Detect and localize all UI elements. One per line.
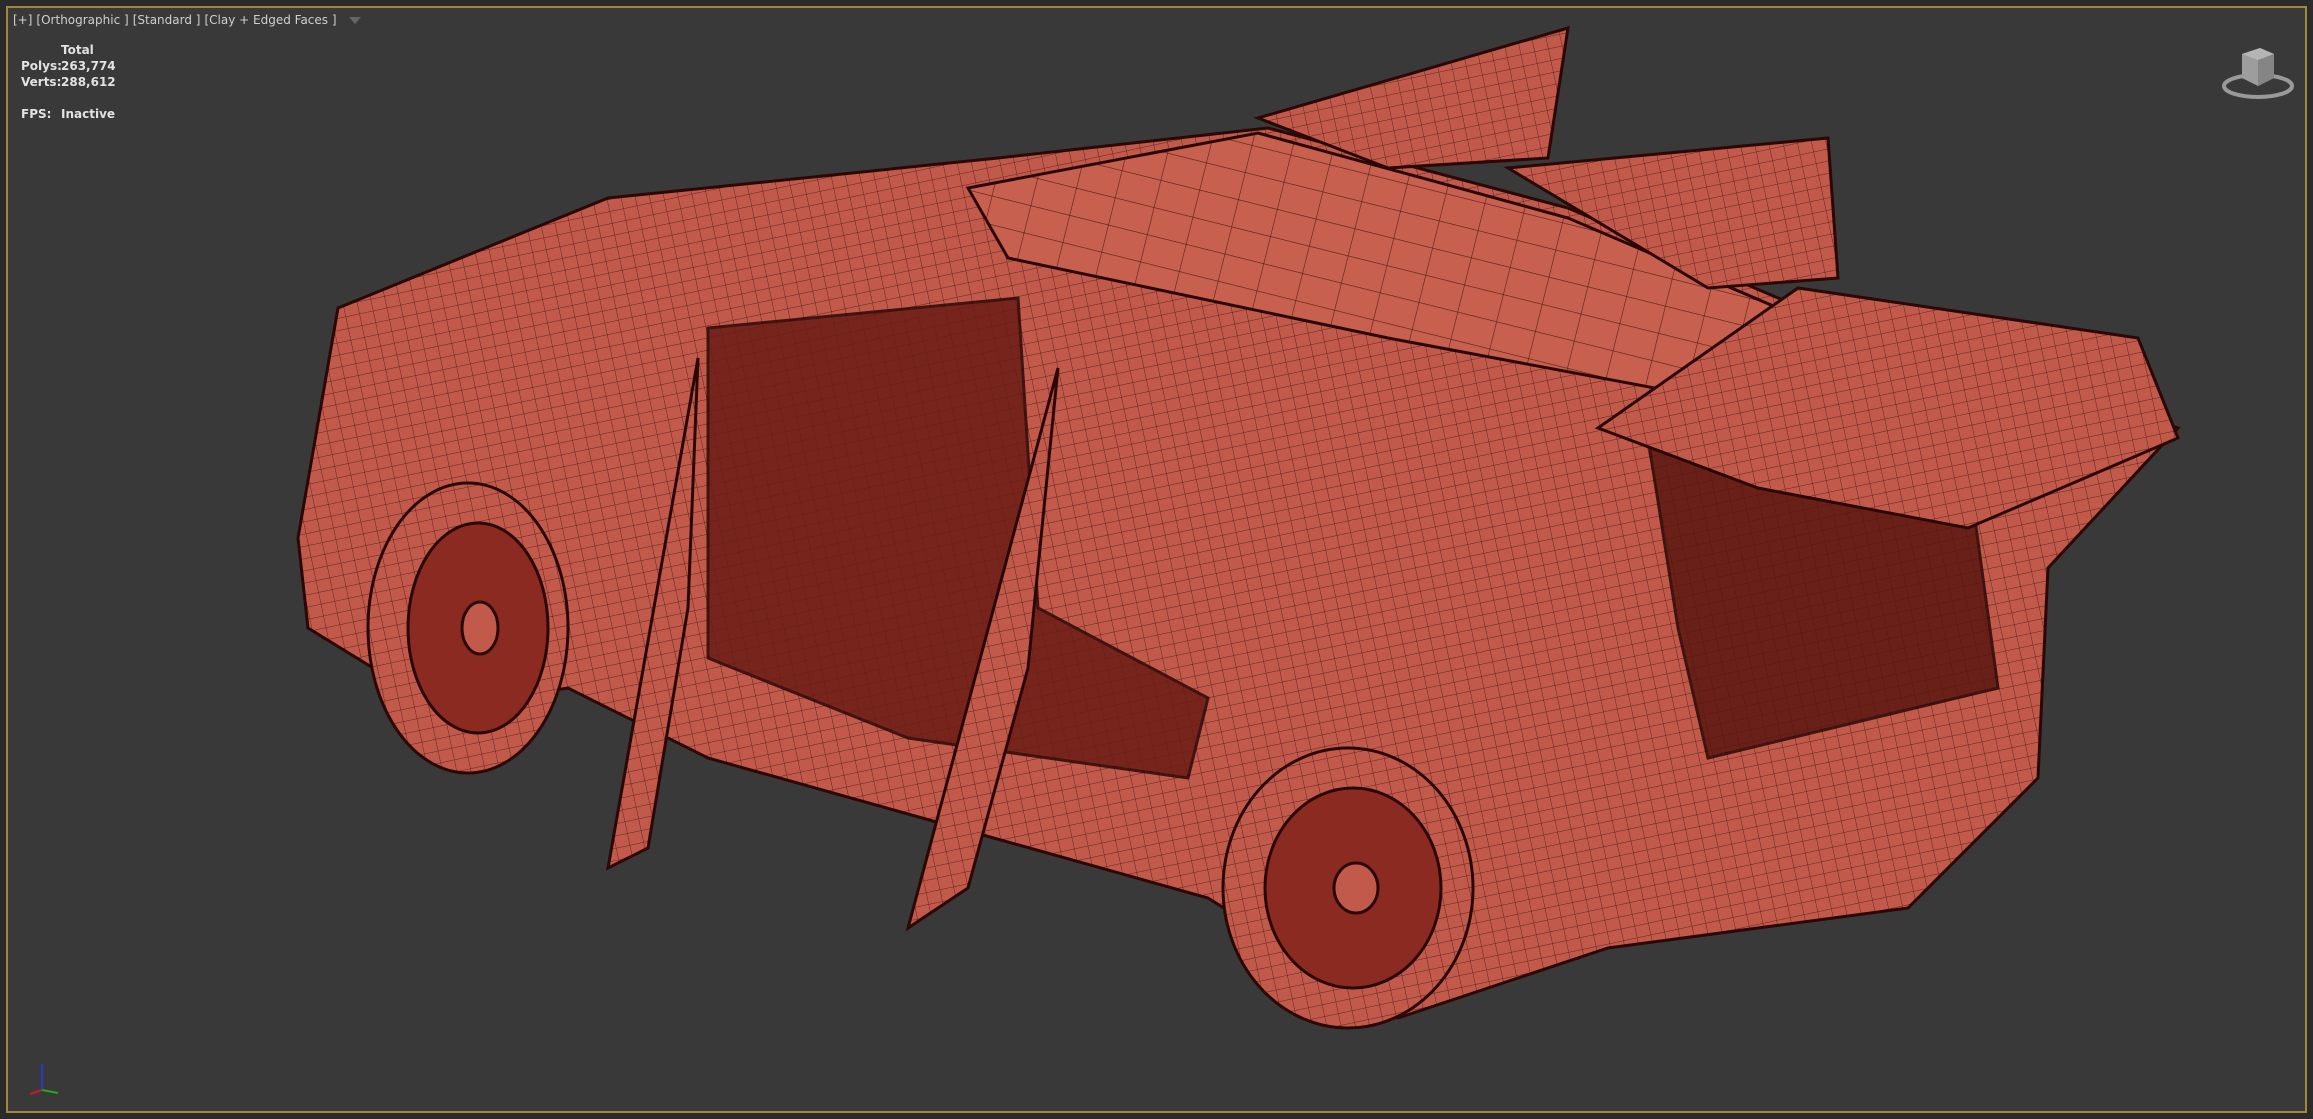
viewport-shading-menu[interactable]: [Clay + Edged Faces ]	[204, 13, 336, 27]
stats-header: Total	[61, 43, 94, 57]
verts-label: Verts:	[21, 75, 62, 89]
viewport-point-of-view-menu[interactable]: [Orthographic ]	[36, 13, 128, 27]
car-body	[296, 25, 2181, 1020]
car-model-render[interactable]	[8, 8, 2307, 1113]
fps-value: Inactive	[61, 107, 116, 121]
filter-icon[interactable]	[348, 16, 361, 24]
polys-label: Polys:	[21, 59, 62, 73]
statistics-overlay: Total Polys: 263,774 Verts: 288,612 FPS: In…	[21, 42, 116, 122]
axis-tripod-icon	[29, 1064, 59, 1095]
front-wheel	[366, 481, 570, 775]
polys-value: 263,774	[61, 59, 116, 73]
fps-label: FPS:	[21, 107, 52, 121]
viewport-general-menu[interactable]: [+]	[13, 13, 32, 27]
perspective-viewport[interactable]: [+] [Orthographic ] [Standard ] [Clay + …	[6, 6, 2307, 1113]
verts-value: 288,612	[61, 75, 116, 89]
viewport-standard-menu[interactable]: [Standard ]	[133, 13, 201, 27]
viewport-label-menu: [+] [Orthographic ] [Standard ] [Clay + …	[13, 13, 361, 27]
rear-wheel	[1221, 746, 1475, 1030]
viewcube-icon[interactable]	[2218, 36, 2298, 106]
